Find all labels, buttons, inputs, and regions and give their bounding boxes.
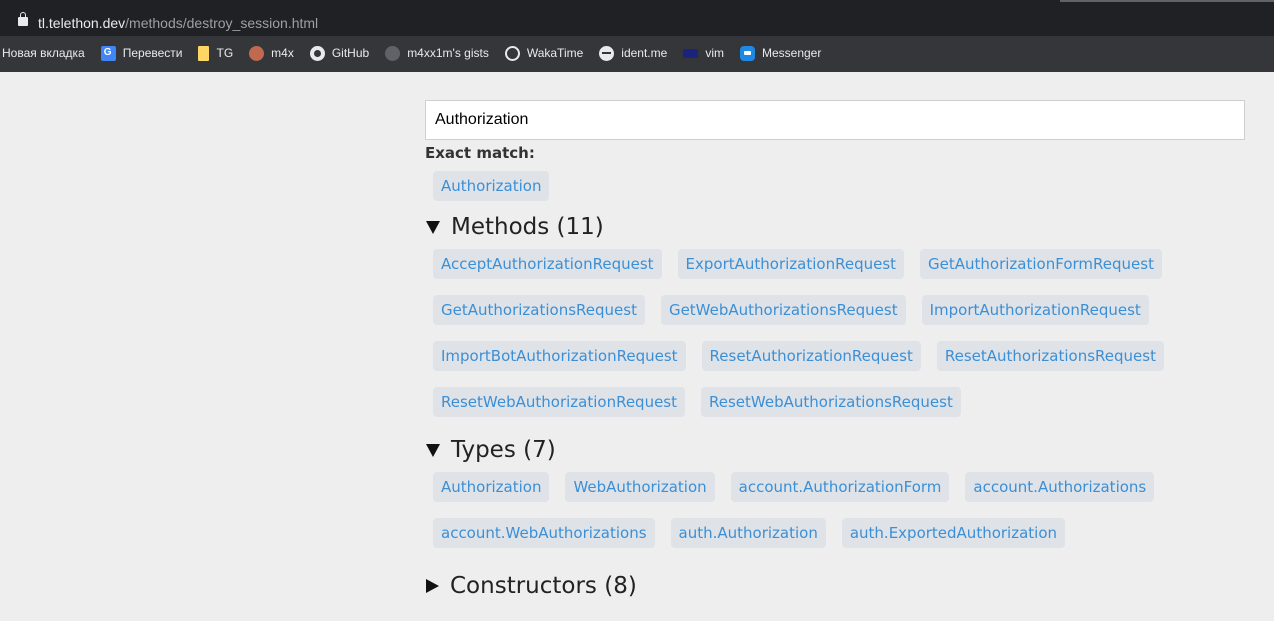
messenger-icon — [739, 45, 755, 61]
method-link[interactable]: AcceptAuthorizationRequest — [433, 249, 662, 279]
bookmark-label: TG — [216, 46, 234, 60]
method-link[interactable]: ResetWebAuthorizationsRequest — [701, 387, 961, 417]
bookmark-gists[interactable]: m4xx1m's gists — [385, 45, 489, 61]
type-link[interactable]: account.AuthorizationForm — [730, 472, 950, 502]
type-link[interactable]: auth.Authorization — [670, 518, 826, 548]
bookmark-wakatime[interactable]: WakaTime — [504, 45, 584, 61]
bookmark-label: Messenger — [761, 46, 822, 60]
method-link[interactable]: ExportAuthorizationRequest — [677, 249, 905, 279]
bookmark-label: WakaTime — [526, 46, 584, 60]
methods-title: Methods (11) — [451, 214, 604, 240]
bookmark-messenger[interactable]: Messenger — [739, 45, 822, 61]
method-link[interactable]: ImportAuthorizationRequest — [921, 295, 1149, 325]
method-link[interactable]: GetWebAuthorizationsRequest — [660, 295, 906, 325]
constructors-title: Constructors (8) — [450, 573, 637, 599]
url-host: tl.telethon.dev — [38, 15, 126, 31]
globe-icon — [599, 45, 615, 61]
types-list: Authorization WebAuthorization account.A… — [433, 472, 1245, 564]
method-link[interactable]: GetAuthorizationFormRequest — [920, 249, 1162, 279]
github-gist-icon — [385, 45, 401, 61]
exact-match-label: Exact match: — [425, 144, 535, 162]
triangle-down-icon — [426, 220, 440, 234]
type-link[interactable]: WebAuthorization — [565, 472, 715, 502]
lock-icon[interactable] — [18, 12, 28, 26]
bookmarks-bar: Новая вкладка Перевести TG m4x GitHub m4… — [0, 36, 1274, 70]
vim-icon — [683, 48, 699, 58]
exact-match-list: Authorization — [433, 171, 1245, 209]
constructors-section-toggle[interactable]: Constructors (8) — [425, 570, 1245, 602]
tab-strip-edge — [1060, 0, 1274, 2]
type-link[interactable]: Authorization — [433, 472, 550, 502]
bookmark-new-tab[interactable]: Новая вкладка — [2, 46, 85, 60]
avatar-icon — [249, 45, 265, 61]
bookmark-label: Новая вкладка — [2, 46, 85, 60]
browser-chrome: tl.telethon.dev/methods/destroy_session.… — [0, 0, 1274, 72]
translate-icon — [100, 45, 116, 61]
types-section-toggle[interactable]: Types (7) — [425, 434, 1245, 466]
search-input[interactable] — [425, 100, 1245, 140]
github-icon — [309, 45, 325, 61]
folder-icon — [198, 45, 210, 61]
url-text[interactable]: tl.telethon.dev/methods/destroy_session.… — [38, 15, 318, 31]
bookmark-label: m4xx1m's gists — [407, 46, 489, 60]
wakatime-icon — [504, 45, 520, 61]
method-link[interactable]: ResetAuthorizationRequest — [701, 341, 921, 371]
bookmark-translate[interactable]: Перевести — [100, 45, 183, 61]
exact-match-link[interactable]: Authorization — [433, 171, 550, 201]
address-bar[interactable]: tl.telethon.dev/methods/destroy_session.… — [0, 0, 1274, 36]
bookmark-ident-me[interactable]: ident.me — [599, 45, 668, 61]
url-path: /methods/destroy_session.html — [125, 15, 319, 31]
bookmark-github[interactable]: GitHub — [309, 45, 370, 61]
methods-section-toggle[interactable]: Methods (11) — [425, 211, 1245, 243]
omnibox[interactable]: tl.telethon.dev/methods/destroy_session.… — [0, 4, 1060, 32]
bookmark-m4x[interactable]: m4x — [249, 45, 294, 61]
type-link[interactable]: account.Authorizations — [965, 472, 1155, 502]
search-results-panel: Exact match: Authorization Methods (11) … — [425, 100, 1245, 602]
method-link[interactable]: ResetWebAuthorizationRequest — [433, 387, 686, 417]
bookmark-vim[interactable]: vim — [683, 46, 724, 60]
bookmark-label: m4x — [271, 46, 294, 60]
method-link[interactable]: ResetAuthorizationsRequest — [936, 341, 1164, 371]
method-link[interactable]: GetAuthorizationsRequest — [433, 295, 645, 325]
bookmark-label: ident.me — [621, 46, 668, 60]
bookmark-label: Перевести — [122, 46, 183, 60]
type-link[interactable]: account.WebAuthorizations — [433, 518, 655, 548]
types-title: Types (7) — [451, 437, 556, 463]
bookmark-label: vim — [705, 46, 724, 60]
triangle-down-icon — [426, 443, 440, 457]
bookmark-tg[interactable]: TG — [198, 45, 234, 61]
methods-list: AcceptAuthorizationRequest ExportAuthori… — [433, 249, 1245, 433]
method-link[interactable]: ImportBotAuthorizationRequest — [433, 341, 686, 371]
triangle-right-icon — [426, 579, 439, 593]
type-link[interactable]: auth.ExportedAuthorization — [841, 518, 1066, 548]
bookmark-label: GitHub — [331, 46, 370, 60]
